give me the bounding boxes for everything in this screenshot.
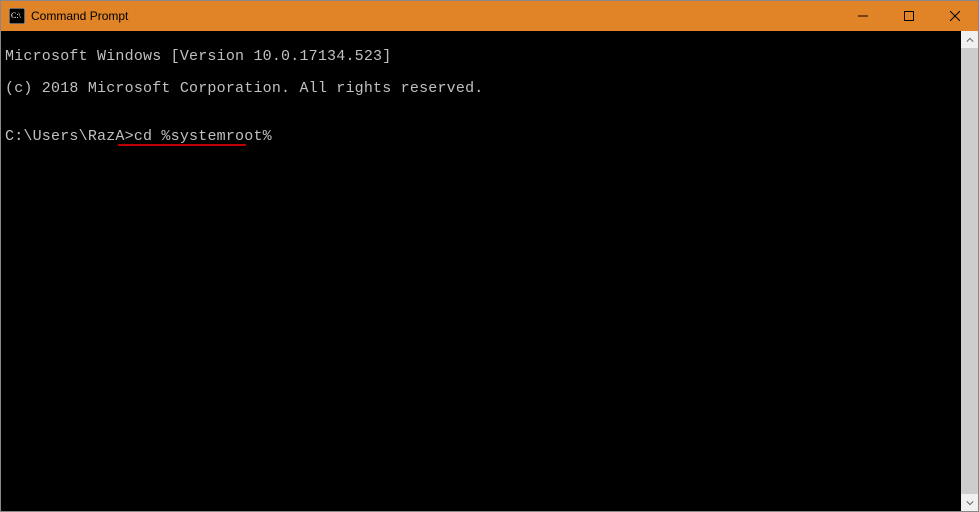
red-underline-annotation (118, 144, 246, 146)
terminal-prompt-line: C:\Users\RazA>cd %systemroot% (5, 129, 957, 145)
scroll-thumb[interactable] (961, 48, 978, 494)
prompt-text: C:\Users\RazA> (5, 128, 134, 145)
window-title: Command Prompt (31, 9, 128, 23)
titlebar[interactable]: C:\ Command Prompt (1, 1, 978, 31)
vertical-scrollbar[interactable] (961, 31, 978, 511)
svg-text:C:\: C:\ (11, 11, 22, 20)
client-area: Microsoft Windows [Version 10.0.17134.52… (1, 31, 978, 511)
terminal-output[interactable]: Microsoft Windows [Version 10.0.17134.52… (1, 31, 961, 511)
minimize-button[interactable] (840, 1, 886, 31)
scroll-track[interactable] (961, 48, 978, 494)
scroll-up-arrow-icon[interactable] (961, 31, 978, 48)
cmd-icon: C:\ (9, 8, 25, 24)
close-button[interactable] (932, 1, 978, 31)
command-text: cd %systemroot% (134, 128, 272, 145)
window-controls (840, 1, 978, 31)
terminal-line: (c) 2018 Microsoft Corporation. All righ… (5, 81, 957, 97)
terminal-line: Microsoft Windows [Version 10.0.17134.52… (5, 49, 957, 65)
command-prompt-window: C:\ Command Prompt Microsoft Windows [Ve… (0, 0, 979, 512)
maximize-button[interactable] (886, 1, 932, 31)
scroll-down-arrow-icon[interactable] (961, 494, 978, 511)
